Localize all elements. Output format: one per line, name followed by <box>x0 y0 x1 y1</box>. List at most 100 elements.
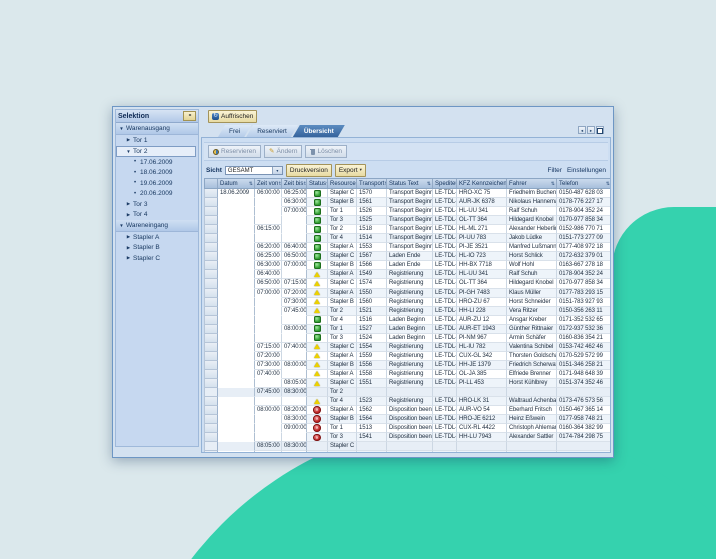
table-row[interactable]: 07:20:00Stapler A1559RegistrierungLE-TDL… <box>205 352 610 361</box>
row-selector-cell[interactable] <box>205 343 218 352</box>
table-row[interactable]: 06:20:0006:40:00Stapler A1553Transport B… <box>205 243 610 252</box>
row-selector-cell[interactable] <box>205 234 218 243</box>
reserve-button[interactable]: Reservieren <box>208 145 261 158</box>
export-button[interactable]: Export ▾ <box>335 164 366 177</box>
tree-item-stapler-b[interactable]: ▶Stapler B <box>116 243 198 254</box>
column-header-resource[interactable]: Resource⇅ <box>328 179 357 188</box>
row-selector-cell[interactable] <box>205 352 218 361</box>
tab-scroll-right-button[interactable]: ▸ <box>587 126 595 134</box>
column-header-zeit-von[interactable]: Zeit von⇅ <box>255 179 282 188</box>
row-selector-cell[interactable] <box>205 397 218 406</box>
tree-item-19-06-2009[interactable]: •19.06.2009 <box>116 178 198 189</box>
table-row[interactable]: 08:00:0008:20:00Stapler A1562Disposition… <box>205 406 610 415</box>
row-selector-cell[interactable] <box>205 207 218 216</box>
table-row[interactable]: 07:40:00Stapler A1558RegistrierungLE-TDL… <box>205 370 610 379</box>
column-header-fahrer[interactable]: Fahrer⇅ <box>507 179 557 188</box>
column-header-status[interactable]: Status⇅ <box>307 179 328 188</box>
row-selector-cell[interactable] <box>205 433 218 442</box>
table-row[interactable]: 09:00:00Tor 11513Disposition beendetLE-T… <box>205 424 610 433</box>
tree-item-tor-3[interactable]: ▶Tor 3 <box>116 199 198 210</box>
table-row[interactable]: 07:15:0007:40:00Stapler C1554Registrieru… <box>205 343 610 352</box>
table-row[interactable]: Tor 41523RegistrierungLE-TDL-06HRO-LK 31… <box>205 397 610 406</box>
tree-item-warenausgang[interactable]: ▼Warenausgang <box>116 123 198 135</box>
row-selector-cell[interactable] <box>205 252 218 261</box>
tab-bersicht[interactable]: Übersicht <box>293 125 345 137</box>
settings-link[interactable]: Einstellungen <box>567 167 606 174</box>
tree-item-tor-1[interactable]: ▶Tor 1 <box>116 135 198 146</box>
row-selector-cell[interactable] <box>205 225 218 234</box>
column-header-status-text[interactable]: Status Text⇅ <box>387 179 433 188</box>
row-selector-cell[interactable] <box>205 406 218 415</box>
row-selector-cell[interactable] <box>205 189 218 198</box>
table-row[interactable]: 08:30:00Stapler B1564Disposition beendet… <box>205 415 610 424</box>
table-row[interactable]: 06:50:0007:15:00Stapler C1574Registrieru… <box>205 279 610 288</box>
print-version-button[interactable]: Druckversion <box>286 164 332 177</box>
table-row[interactable]: 06:15:00Tor 21518Transport BeginnLE-TDL-… <box>205 225 610 234</box>
table-row[interactable]: 06:30:00Stapler B1561Transport BeginnLE-… <box>205 198 610 207</box>
column-header-datum[interactable]: Datum⇅ <box>218 179 255 188</box>
column-header-kfz-kennzeichen[interactable]: KFZ Kennzeichen⇅ <box>457 179 507 188</box>
tree-item-wareneingang[interactable]: ▼Wareneingang <box>116 220 198 232</box>
tree-item-tor-2[interactable]: ▼Tor 2 <box>116 146 196 158</box>
table-row[interactable]: 18.06.200906:00:0006:25:00Stapler C1570T… <box>205 189 610 198</box>
table-row[interactable]: Tor 31525Transport BeginnLE-TDL-07OL-TT … <box>205 216 610 225</box>
tree-item-20-06-2009[interactable]: •20.06.2009 <box>116 189 198 200</box>
row-selector-cell[interactable] <box>205 442 218 451</box>
table-row[interactable]: Tor 41516Laden BeginnLE-TDL-05AUR-ZU 12A… <box>205 316 610 325</box>
row-selector-cell[interactable] <box>205 316 218 325</box>
table-row[interactable]: 07:45:0008:30:00Tor 2 <box>205 388 610 397</box>
table-row[interactable]: 08:05:00Stapler C1551RegistrierungLE-TDL… <box>205 379 610 388</box>
view-dropdown[interactable]: GESAMT ▼ <box>225 166 283 175</box>
change-button[interactable]: ✎ Ändern <box>264 145 302 158</box>
row-selector-cell[interactable] <box>205 379 218 388</box>
row-selector-cell[interactable] <box>205 243 218 252</box>
tree-item-17-06-2009[interactable]: •17.06.2009 <box>116 157 198 168</box>
row-selector-cell[interactable] <box>205 289 218 298</box>
table-row[interactable]: 06:25:0006:50:00Stapler C1567Laden EndeL… <box>205 252 610 261</box>
row-selector-cell[interactable] <box>205 424 218 433</box>
table-row[interactable]: 07:30:00Stapler B1560RegistrierungLE-TDL… <box>205 298 610 307</box>
column-header-zeit-bis[interactable]: Zeit bis⇅ <box>282 179 307 188</box>
table-row[interactable]: 06:30:0007:00:00Stapler B1566Laden EndeL… <box>205 261 610 270</box>
tab-frei[interactable]: Frei <box>218 125 251 137</box>
row-selector-cell[interactable] <box>205 270 218 279</box>
tree-item-18-06-2009[interactable]: •18.06.2009 <box>116 168 198 179</box>
tree-item-stapler-a[interactable]: ▶Stapler A <box>116 232 198 243</box>
column-header-transport[interactable]: Transport⇅ <box>357 179 387 188</box>
row-selector-cell[interactable] <box>205 361 218 370</box>
tree-item-tor-4[interactable]: ▶Tor 4 <box>116 210 198 221</box>
chevron-down-icon[interactable]: ▼ <box>272 167 282 174</box>
row-selector-cell[interactable] <box>205 415 218 424</box>
table-row[interactable]: 06:40:00Stapler A1549RegistrierungLE-TDL… <box>205 270 610 279</box>
window-restore-button[interactable] <box>596 126 604 134</box>
row-selector-cell[interactable] <box>205 388 218 397</box>
sidebar-collapse-button[interactable]: ◂▸ <box>183 111 196 121</box>
table-row[interactable]: Tor 31524Laden BeginnLE-TDL-02PI-NM 967A… <box>205 334 610 343</box>
tab-scroll-left-button[interactable]: ◂ <box>578 126 586 134</box>
row-selector-cell[interactable] <box>205 451 218 453</box>
table-row[interactable]: Tor 41514Transport BeginnLE-TDL-02PI-UU … <box>205 234 610 243</box>
table-row[interactable]: 08:05:0008:30:00Stapler C <box>205 442 610 451</box>
row-selector-cell[interactable] <box>205 279 218 288</box>
row-selector-cell[interactable] <box>205 298 218 307</box>
delete-button[interactable]: Löschen <box>305 145 347 158</box>
table-row[interactable]: Tor 31541Disposition beendetLE-TDL-04HH-… <box>205 433 610 442</box>
row-selector-cell[interactable] <box>205 370 218 379</box>
table-row[interactable]: 07:30:0008:00:00Stapler B1556Registrieru… <box>205 361 610 370</box>
refresh-button[interactable]: ↻ Auffrischen <box>208 110 257 123</box>
filter-link[interactable]: Filter <box>548 167 562 174</box>
table-row[interactable]: 07:45:00Tor 21521RegistrierungLE-TDL-04H… <box>205 307 610 316</box>
column-header-spediteur[interactable]: Spediteur⇅ <box>433 179 457 188</box>
row-selector-cell[interactable] <box>205 334 218 343</box>
row-selector-cell[interactable] <box>205 216 218 225</box>
row-selector-cell[interactable] <box>205 198 218 207</box>
table-row[interactable]: 08:00:00Tor 11527Laden BeginnLE-TDL-05AU… <box>205 325 610 334</box>
row-selector-cell[interactable] <box>205 261 218 270</box>
column-header-telefon[interactable]: Telefon⇅ <box>557 179 611 188</box>
row-selector-cell[interactable] <box>205 325 218 334</box>
table-row[interactable]: 08:20:0008:40:00Stapler A1568Disposition… <box>205 451 610 453</box>
table-row[interactable]: 07:00:0007:20:00Stapler A1550Registrieru… <box>205 289 610 298</box>
tab-reserviert[interactable]: Reserviert <box>246 125 298 137</box>
row-selector-cell[interactable] <box>205 307 218 316</box>
tree-item-stapler-c[interactable]: ▶Stapler C <box>116 253 198 264</box>
